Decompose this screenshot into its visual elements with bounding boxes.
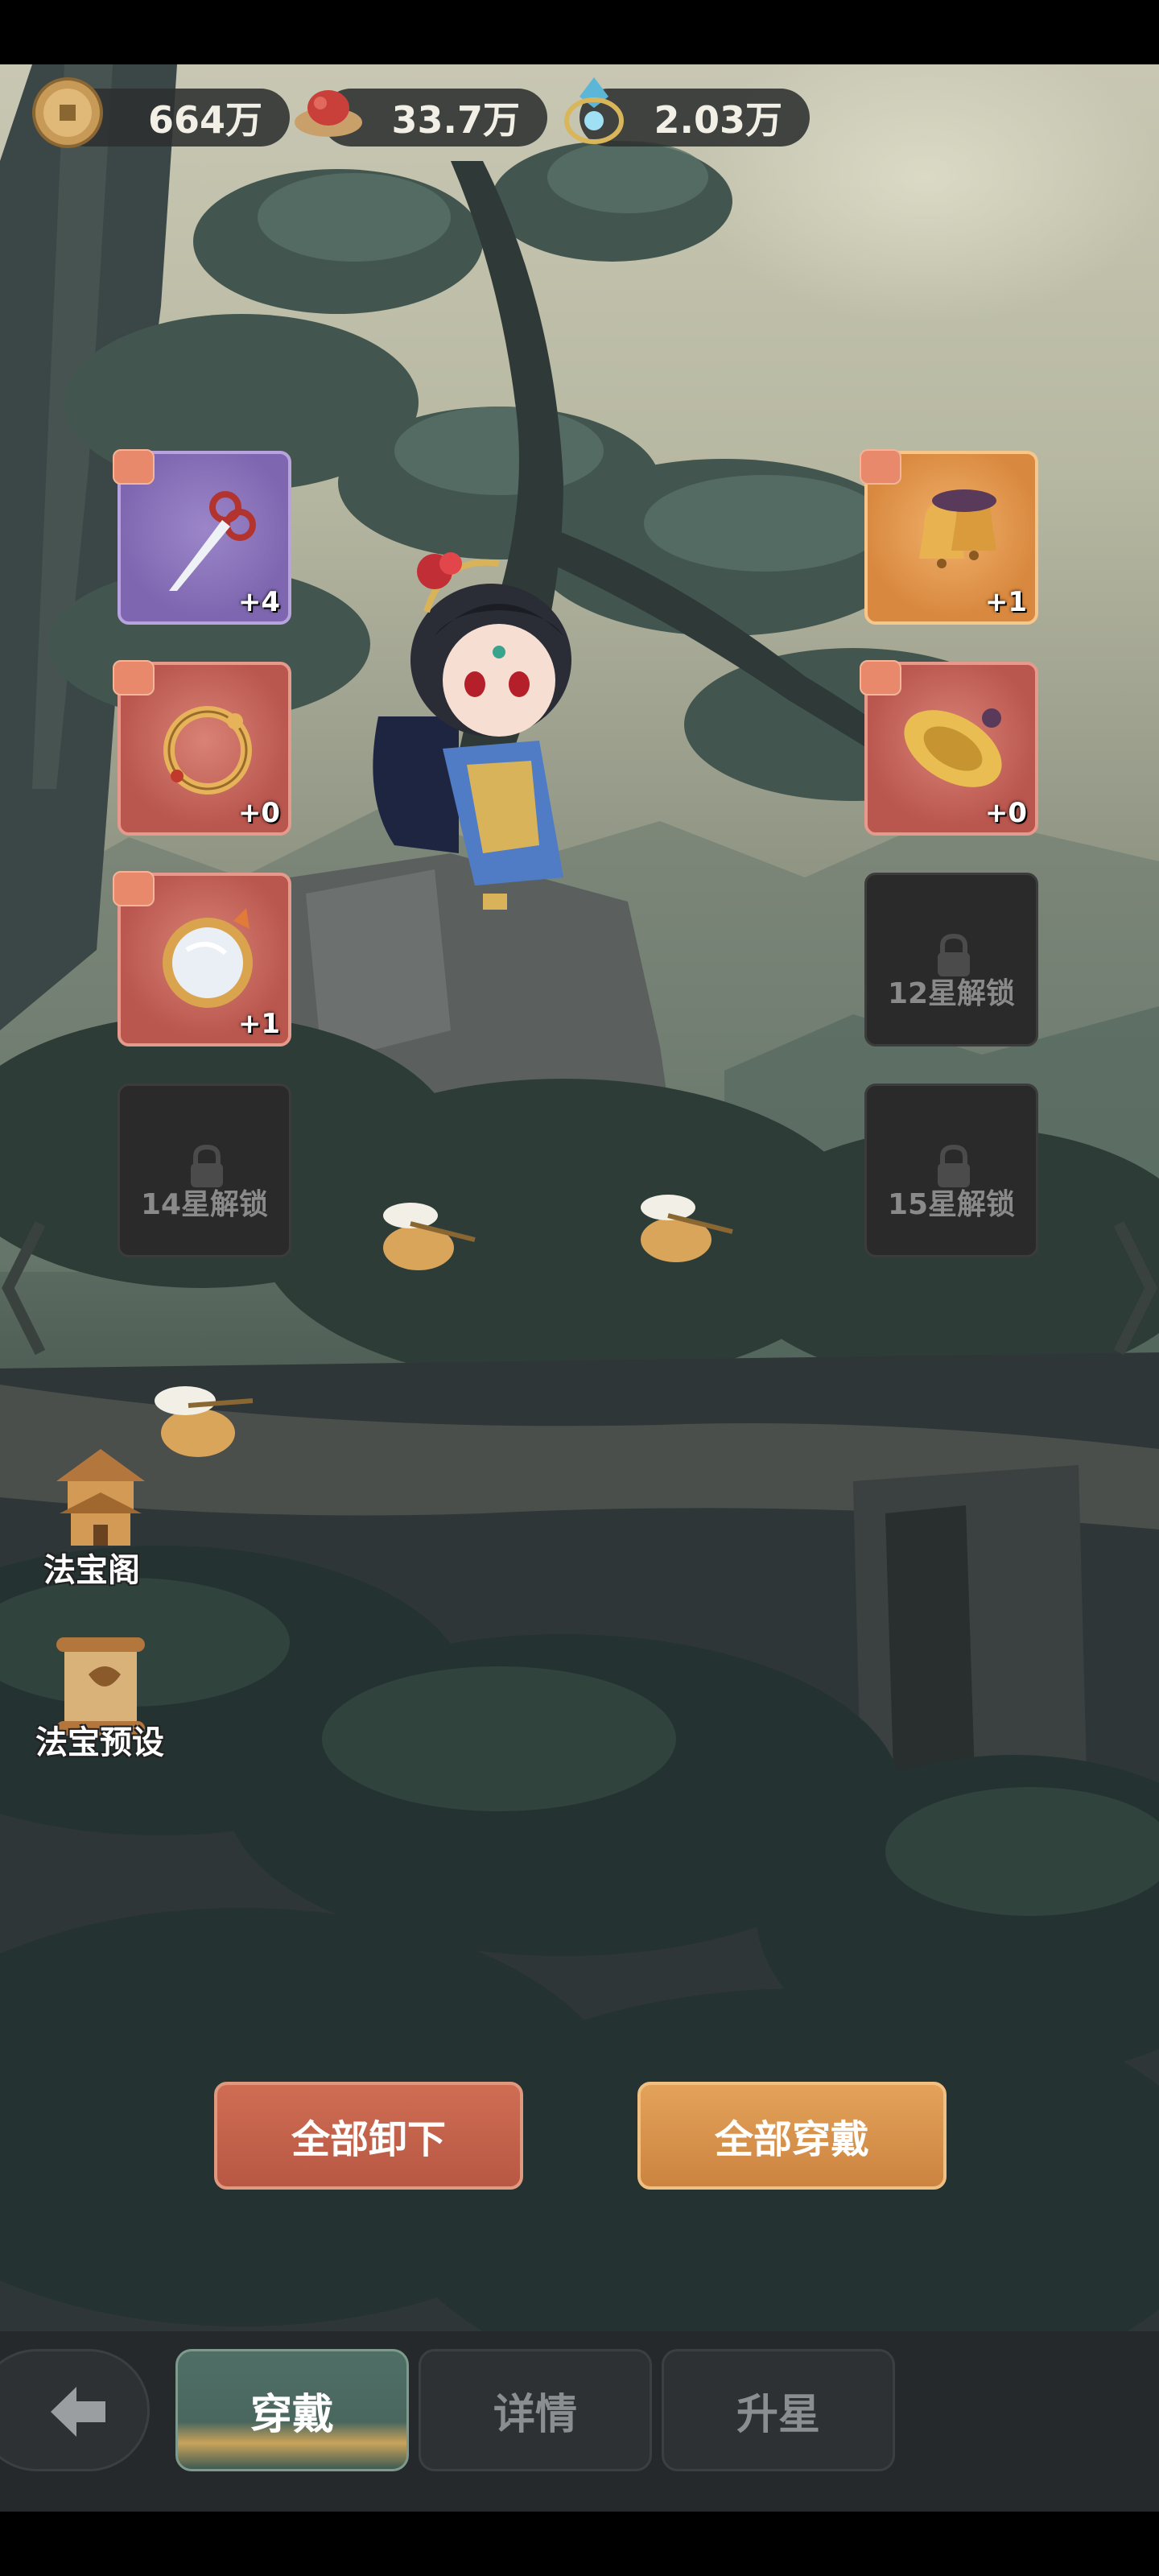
equip-all-label: 全部穿戴 [714, 2117, 869, 2162]
tab-star-up-label: 升星 [736, 2390, 820, 2439]
tab-details[interactable]: 详情 [419, 2349, 652, 2471]
equipped-tag-icon [113, 871, 155, 906]
pavilion-icon [56, 1449, 145, 1546]
tab-star-up[interactable]: 升星 [662, 2349, 895, 2471]
bells-icon [919, 489, 996, 568]
currency-coins-value: 664万 [147, 98, 262, 142]
equip-level: +1 [984, 586, 1027, 618]
dragon-bracelet-icon [163, 706, 252, 795]
unlock-requirement: 12星解锁 [887, 977, 1016, 1010]
copper-coin-icon [32, 77, 103, 148]
back-arrow-icon [51, 2387, 105, 2437]
equip-all-button[interactable]: 全部穿戴 [637, 2082, 947, 2190]
equip-slot-left-locked[interactable]: 14星解锁 [118, 1084, 291, 1257]
next-arrow-icon[interactable] [1111, 1216, 1159, 1360]
status-bar [0, 0, 1159, 64]
equip-slot-right-locked-2[interactable]: 15星解锁 [864, 1084, 1038, 1257]
tab-details-label: 详情 [493, 2390, 577, 2439]
treasure-pavilion-button[interactable]: 法宝阁 [24, 1441, 177, 1594]
equipped-tag-icon [860, 660, 901, 696]
equipped-tag-icon [860, 449, 901, 485]
treasure-pavilion-label: 法宝阁 [43, 1552, 140, 1589]
gourd-pet-icon [641, 1195, 733, 1262]
character-avatar[interactable] [346, 539, 620, 918]
currency-gourd-value: 33.7万 [391, 98, 521, 142]
equipped-tag-icon [113, 660, 155, 696]
system-nav-bar [0, 2512, 1159, 2576]
cymbal-icon [904, 708, 1002, 787]
unlock-requirement: 15星解锁 [887, 1188, 1016, 1221]
mirror-icon [163, 908, 253, 1008]
currency-crystal-value: 2.03万 [654, 98, 783, 142]
unlock-requirement: 14星解锁 [140, 1188, 269, 1221]
equip-level: +4 [237, 586, 280, 618]
equipped-tag-icon [113, 449, 155, 485]
tab-wear-label: 穿戴 [250, 2390, 334, 2439]
unequip-all-button[interactable]: 全部卸下 [214, 2082, 523, 2190]
tab-wear[interactable]: 穿戴 [175, 2349, 409, 2471]
scissors-icon [169, 491, 256, 591]
back-button[interactable] [0, 2349, 150, 2471]
gourd-pet-icon [383, 1203, 476, 1270]
equip-level: +0 [984, 797, 1027, 829]
blue-crystal-icon [564, 77, 624, 144]
equip-slot-right-locked-1[interactable]: 12星解锁 [864, 873, 1038, 1046]
treasure-preset-label: 法宝预设 [35, 1724, 164, 1761]
unequip-all-label: 全部卸下 [291, 2117, 446, 2162]
equip-level: +1 [237, 1008, 280, 1040]
red-gourd-icon [295, 90, 362, 137]
previous-arrow-icon[interactable] [0, 1216, 48, 1360]
treasure-preset-button[interactable]: 法宝预设 [24, 1626, 185, 1787]
equip-level: +0 [237, 797, 280, 829]
